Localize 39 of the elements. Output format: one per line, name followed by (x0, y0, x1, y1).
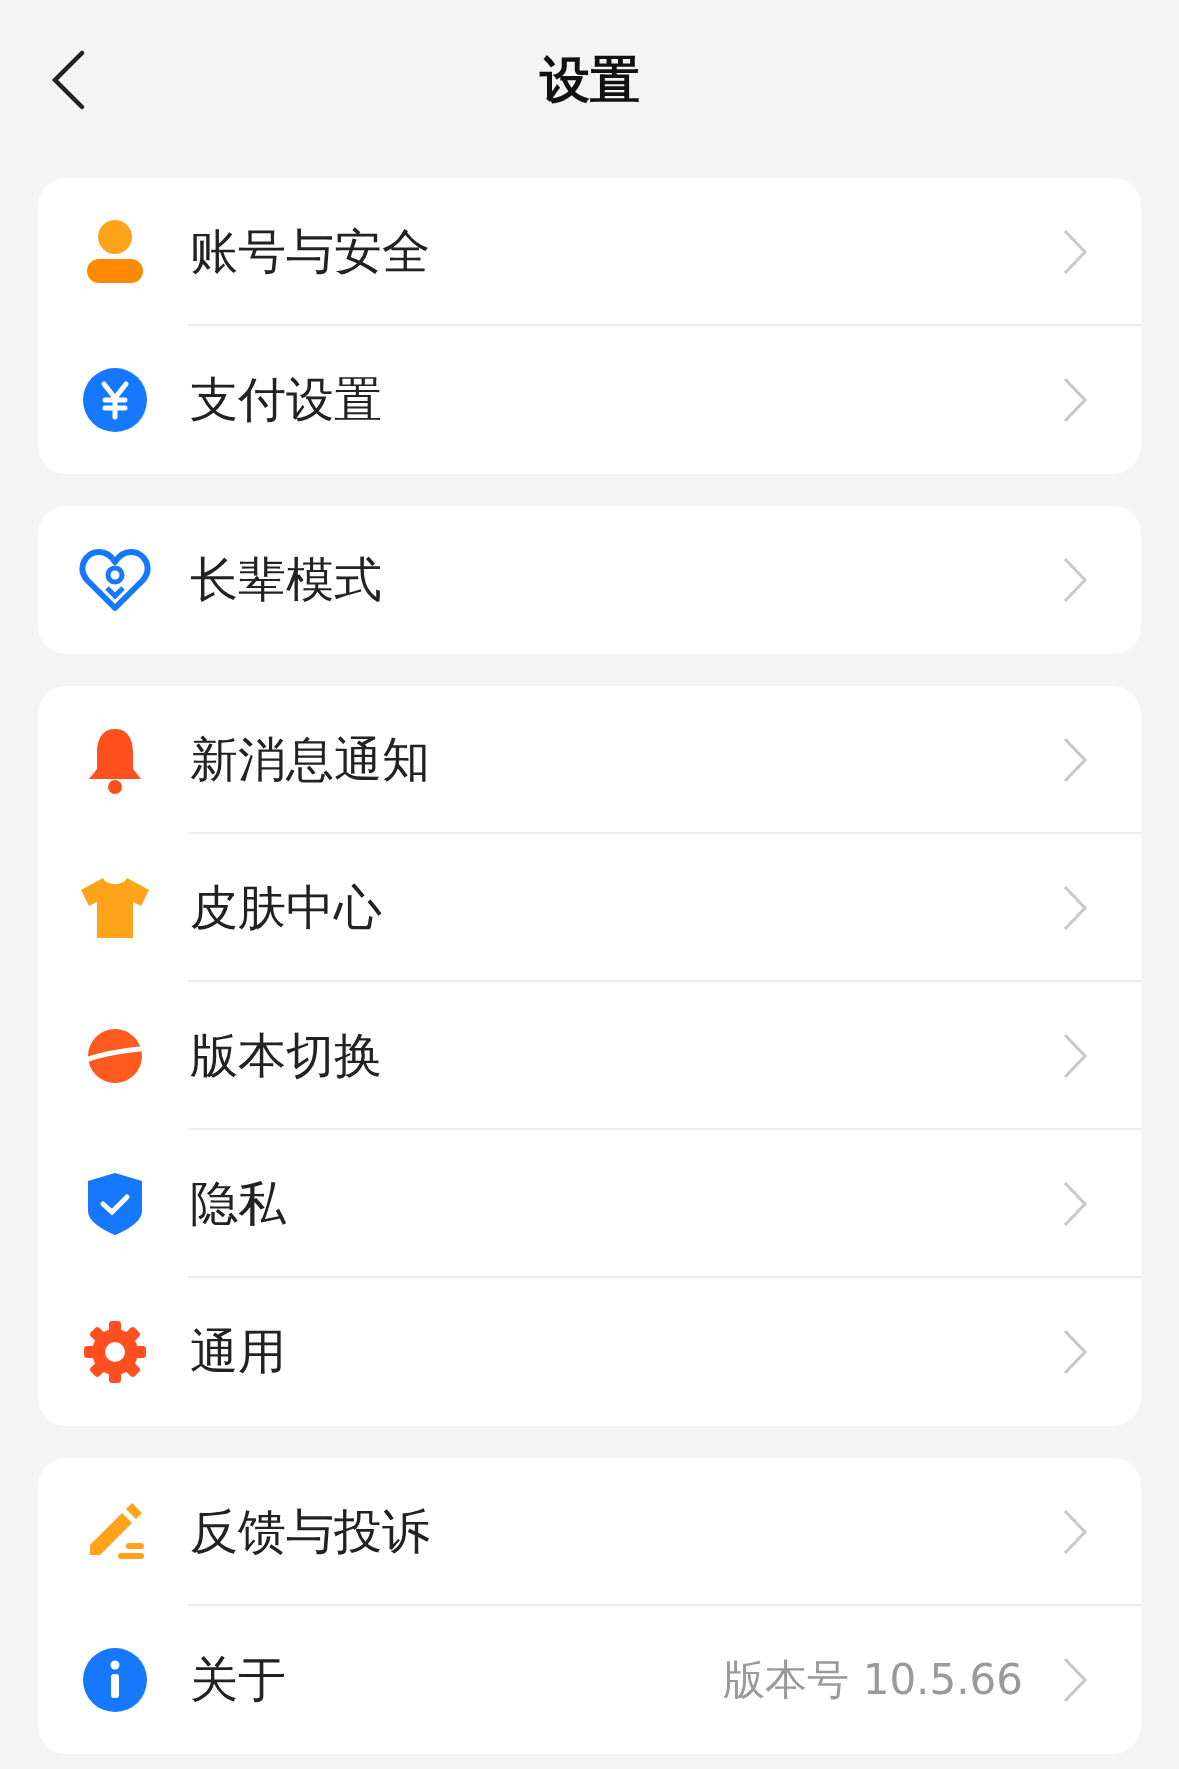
chevron-right-icon (1062, 736, 1088, 784)
settings-row[interactable]: 账号与安全 (38, 178, 1141, 326)
chevron-right-icon (1062, 1032, 1088, 1080)
settings-row[interactable]: 反馈与投诉 (38, 1458, 1141, 1606)
chevron-right-icon (1062, 1180, 1088, 1228)
row-label: 长辈模式 (190, 550, 383, 609)
version-text: 版本号 10.5.66 (723, 1654, 1023, 1706)
settings-row[interactable]: 皮肤中心 (38, 834, 1141, 982)
heart-icon (79, 548, 151, 612)
row-label: 账号与安全 (190, 222, 431, 281)
settings-row[interactable]: 长辈模式 (38, 506, 1141, 654)
settings-row[interactable]: 关于 版本号 10.5.66 (38, 1606, 1141, 1754)
row-label: 新消息通知 (190, 730, 431, 789)
chevron-right-icon (1062, 884, 1088, 932)
settings-row[interactable]: 支付设置 (38, 326, 1141, 474)
person-icon (85, 219, 145, 285)
settings-row[interactable]: 通用 (38, 1278, 1141, 1426)
chevron-right-icon (1062, 1328, 1088, 1376)
row-label: 支付设置 (190, 370, 383, 429)
row-label: 反馈与投诉 (190, 1502, 431, 1561)
settings-row[interactable]: 隐私 (38, 1130, 1141, 1278)
chevron-right-icon (1062, 1508, 1088, 1556)
row-label: 通用 (190, 1322, 287, 1381)
row-label: 皮肤中心 (190, 878, 383, 937)
row-label: 关于 (190, 1650, 287, 1709)
page-title: 设置 (539, 49, 640, 111)
chevron-right-icon (1062, 1656, 1088, 1704)
info-icon (82, 1647, 148, 1713)
settings-row[interactable]: 版本切换 (38, 982, 1141, 1130)
yuan-icon (82, 367, 148, 433)
shirt-icon (79, 876, 151, 940)
chevron-right-icon (1062, 376, 1088, 424)
row-label: 隐私 (190, 1174, 287, 1233)
back-icon (51, 50, 85, 110)
chevron-right-icon (1062, 228, 1088, 276)
settings-row[interactable]: 新消息通知 (38, 686, 1141, 834)
chevron-right-icon (1062, 556, 1088, 604)
settings-icon (82, 1319, 148, 1385)
row-label: 版本切换 (190, 1026, 383, 1085)
